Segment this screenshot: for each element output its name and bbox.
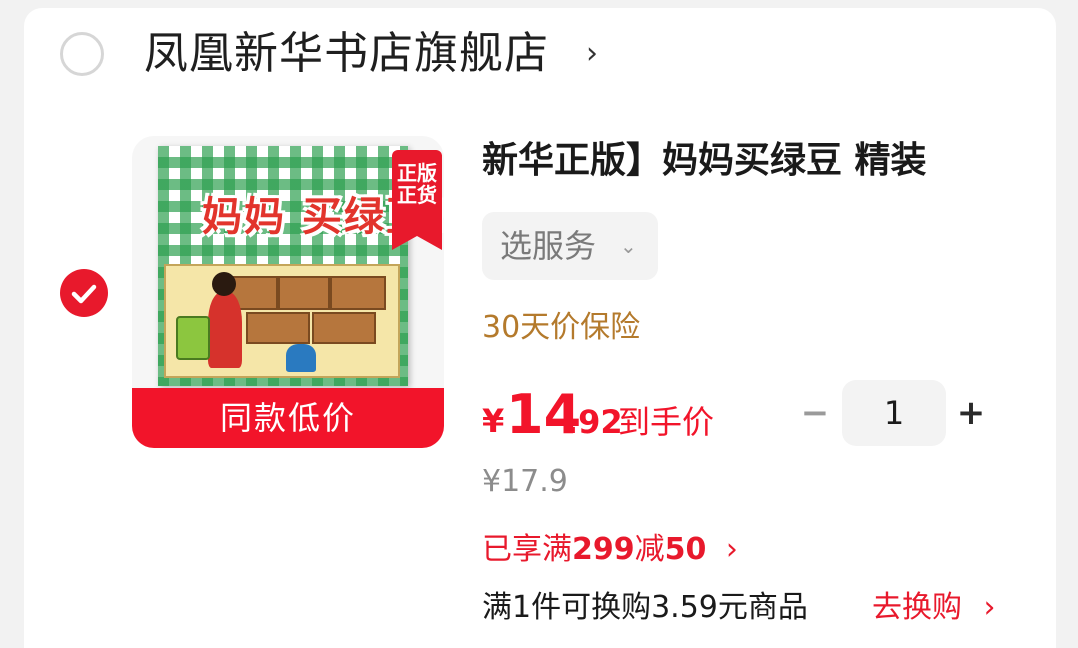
same-item-low-price-badge: 同款低价 (132, 388, 444, 448)
exchange-offer-text: 满1件可换购3.59元商品 (482, 590, 808, 625)
chevron-right-icon: › (983, 590, 996, 625)
exchange-purchase-link[interactable]: 去换购 › (872, 586, 996, 630)
promo-mid: 减 (634, 532, 665, 567)
checkmark-icon (71, 284, 97, 304)
quantity-stepper: − 1 + (794, 376, 994, 448)
promo-threshold: 299 (572, 532, 635, 567)
exchange-link-label: 去换购 (872, 590, 962, 625)
market-illustration (164, 264, 400, 378)
cart-store-card: 凤凰新华书店旗舰店 › 妈妈 买绿豆! 正版正货 同款低价 新华正版】妈妈买绿豆… (24, 8, 1056, 648)
price-suffix: 到手价 (618, 403, 715, 441)
chevron-down-icon: ⌄ (620, 234, 637, 258)
increase-quantity-button[interactable]: + (956, 396, 986, 430)
chevron-right-icon[interactable]: › (586, 34, 598, 74)
shop-header[interactable]: 凤凰新华书店旗舰店 › (24, 8, 1056, 108)
price-currency: ¥ (482, 402, 505, 440)
original-price: ¥17.9 (482, 464, 568, 499)
price-protection-label: 30天价保险 (482, 310, 641, 345)
promo-amount: 50 (664, 532, 707, 567)
decrease-quantity-button[interactable]: − (800, 396, 830, 430)
service-label: 选服务 (500, 227, 597, 265)
item-select-checkbox[interactable] (60, 269, 108, 317)
promotion-link[interactable]: 已享满299减50 › (482, 528, 738, 572)
book-cover-image: 妈妈 买绿豆! (158, 146, 444, 386)
shop-name[interactable]: 凤凰新华书店旗舰店 (144, 26, 549, 82)
chevron-right-icon: › (725, 532, 738, 567)
quantity-input[interactable]: 1 (842, 380, 946, 446)
price-decimal: .92 (566, 403, 623, 441)
authentic-ribbon-text: 正版正货 (397, 161, 437, 207)
select-service-button[interactable]: 选服务 ⌄ (482, 212, 658, 280)
product-title[interactable]: 新华正版】妈妈买绿豆 精装 (482, 136, 1052, 186)
product-thumbnail[interactable]: 妈妈 买绿豆! 正版正货 同款低价 (132, 136, 444, 448)
shop-select-radio[interactable] (60, 32, 104, 76)
promo-prefix: 已享满 (482, 532, 572, 567)
